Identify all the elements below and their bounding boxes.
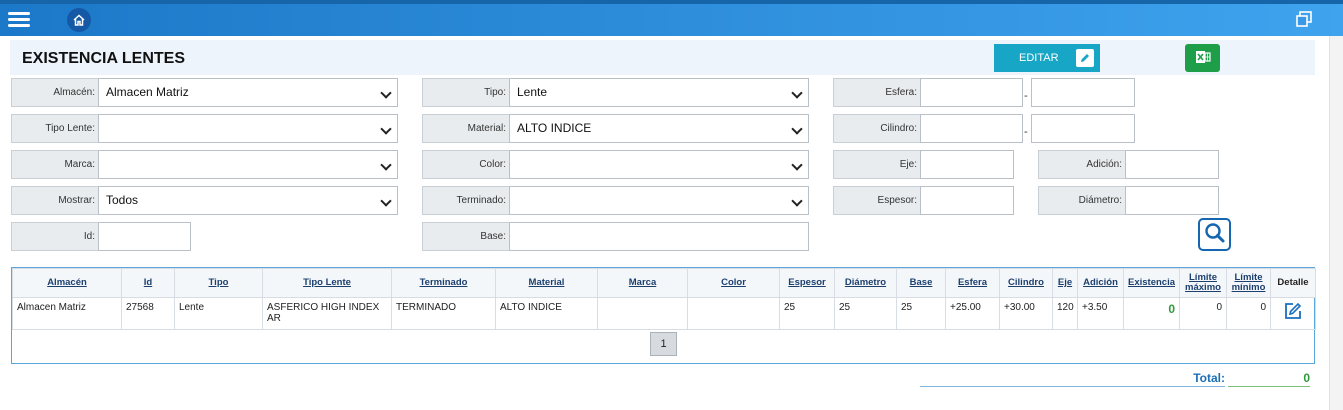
total-value: 0 (1303, 371, 1310, 385)
cilindro-to-input[interactable] (1031, 114, 1135, 143)
cell-material: ALTO INDICE (495, 297, 598, 330)
window-restore-icon[interactable] (1295, 10, 1313, 28)
col-header-detalle: Detalle (1270, 268, 1316, 298)
adicion-label: Adición: (1038, 150, 1126, 179)
eje-label: Eje: (833, 150, 921, 179)
col-header-tipo[interactable]: Tipo (174, 268, 263, 298)
col-header-limite-maximo[interactable]: Límite máximo (1179, 268, 1227, 298)
edit-button-label: EDITAR (1019, 52, 1059, 64)
excel-icon (1195, 49, 1211, 68)
search-button[interactable] (1198, 218, 1231, 251)
cell-eje: 120 (1052, 297, 1078, 330)
cell-espesor: 25 (779, 297, 835, 330)
col-header-cilindro[interactable]: Cilindro (999, 268, 1053, 298)
diametro-label: Diámetro: (1038, 186, 1126, 215)
esfera-range-separator: - (1024, 90, 1028, 102)
cell-limite-maximo: 0 (1179, 297, 1227, 330)
tipo-select[interactable]: Lente (509, 78, 809, 107)
col-header-id[interactable]: Id (121, 268, 175, 298)
page-title: EXISTENCIA LENTES (22, 50, 185, 67)
almacen-select[interactable]: Almacen Matriz (98, 78, 398, 107)
esfera-to-input[interactable] (1031, 78, 1135, 107)
mostrar-label: Mostrar: (11, 186, 99, 215)
col-header-existencia[interactable]: Existencia (1123, 268, 1180, 298)
tipo-label: Tipo: (422, 78, 510, 107)
espesor-input[interactable] (920, 186, 1014, 215)
cell-esfera: +25.00 (945, 297, 1000, 330)
edit-icon[interactable] (1283, 302, 1303, 324)
terminado-select[interactable] (509, 186, 809, 215)
table-row: Almacen Matriz 27568 Lente ASFERICO HIGH… (12, 297, 1316, 330)
marca-label: Marca: (11, 150, 99, 179)
col-header-almacen[interactable]: Almacén (12, 268, 122, 298)
cell-base: 25 (896, 297, 946, 330)
col-header-limite-minimo[interactable]: Límite mínimo (1226, 268, 1271, 298)
material-label: Material: (422, 114, 510, 143)
cell-detalle (1270, 297, 1316, 330)
cell-adicion: +3.50 (1077, 297, 1124, 330)
diametro-input[interactable] (1125, 186, 1219, 215)
total-label: Total: (1193, 371, 1225, 385)
almacen-label: Almacén: (11, 78, 99, 107)
search-icon (1204, 222, 1226, 247)
cell-existencia: 0 (1123, 297, 1180, 330)
cell-color (687, 297, 780, 330)
col-header-material[interactable]: Material (495, 268, 598, 298)
pencil-icon (1076, 49, 1094, 67)
esfera-from-input[interactable] (920, 78, 1023, 107)
id-input[interactable] (98, 222, 191, 251)
mostrar-select[interactable]: Todos (98, 186, 398, 215)
cell-tipo: Lente (174, 297, 263, 330)
col-header-terminado[interactable]: Terminado (391, 268, 496, 298)
total-value-underline (1228, 386, 1310, 387)
total-divider (920, 386, 1225, 387)
hamburger-menu-icon[interactable] (8, 9, 30, 31)
title-bar: EXISTENCIA LENTES EDITAR (10, 40, 1315, 75)
terminado-label: Terminado: (422, 186, 510, 215)
col-header-diametro[interactable]: Diámetro (834, 268, 897, 298)
material-select[interactable]: ALTO INDICE (509, 114, 809, 143)
cell-almacen: Almacen Matriz (12, 297, 122, 330)
tipo-lente-label: Tipo Lente: (11, 114, 99, 143)
edit-button[interactable]: EDITAR (994, 44, 1100, 72)
col-header-tipo-lente[interactable]: Tipo Lente (262, 268, 392, 298)
cilindro-from-input[interactable] (920, 114, 1023, 143)
col-header-adicion[interactable]: Adición (1077, 268, 1124, 298)
table-header-row: Almacén Id Tipo Tipo Lente Terminado Mat… (12, 268, 1316, 298)
marca-select[interactable] (98, 150, 398, 179)
col-header-esfera[interactable]: Esfera (945, 268, 1000, 298)
id-label: Id: (11, 222, 99, 251)
home-icon[interactable] (67, 8, 91, 32)
col-header-marca[interactable]: Marca (597, 268, 688, 298)
cell-cilindro: +30.00 (999, 297, 1053, 330)
cell-terminado: TERMINADO (391, 297, 496, 330)
pagination-page-1[interactable]: 1 (650, 332, 677, 356)
color-label: Color: (422, 150, 510, 179)
cell-tipo-lente: ASFERICO HIGH INDEX AR (262, 297, 392, 330)
col-header-espesor[interactable]: Espesor (779, 268, 835, 298)
cilindro-label: Cilindro: (833, 114, 921, 143)
results-table: Almacén Id Tipo Tipo Lente Terminado Mat… (11, 267, 1316, 364)
scrollbar[interactable] (1329, 36, 1343, 410)
esfera-label: Esfera: (833, 78, 921, 107)
top-bar (0, 0, 1343, 36)
eje-input[interactable] (920, 150, 1014, 179)
adicion-input[interactable] (1125, 150, 1219, 179)
col-header-base[interactable]: Base (896, 268, 946, 298)
excel-export-button[interactable] (1185, 44, 1220, 72)
cell-diametro: 25 (834, 297, 897, 330)
base-label: Base: (422, 222, 510, 251)
col-header-eje[interactable]: Eje (1052, 268, 1078, 298)
cilindro-range-separator: - (1024, 126, 1028, 138)
color-select[interactable] (509, 150, 809, 179)
cell-marca (597, 297, 688, 330)
cell-id: 27568 (121, 297, 175, 330)
cell-limite-minimo: 0 (1226, 297, 1271, 330)
base-input[interactable] (509, 222, 809, 251)
espesor-label: Espesor: (833, 186, 921, 215)
tipo-lente-select[interactable] (98, 114, 398, 143)
col-header-color[interactable]: Color (687, 268, 780, 298)
